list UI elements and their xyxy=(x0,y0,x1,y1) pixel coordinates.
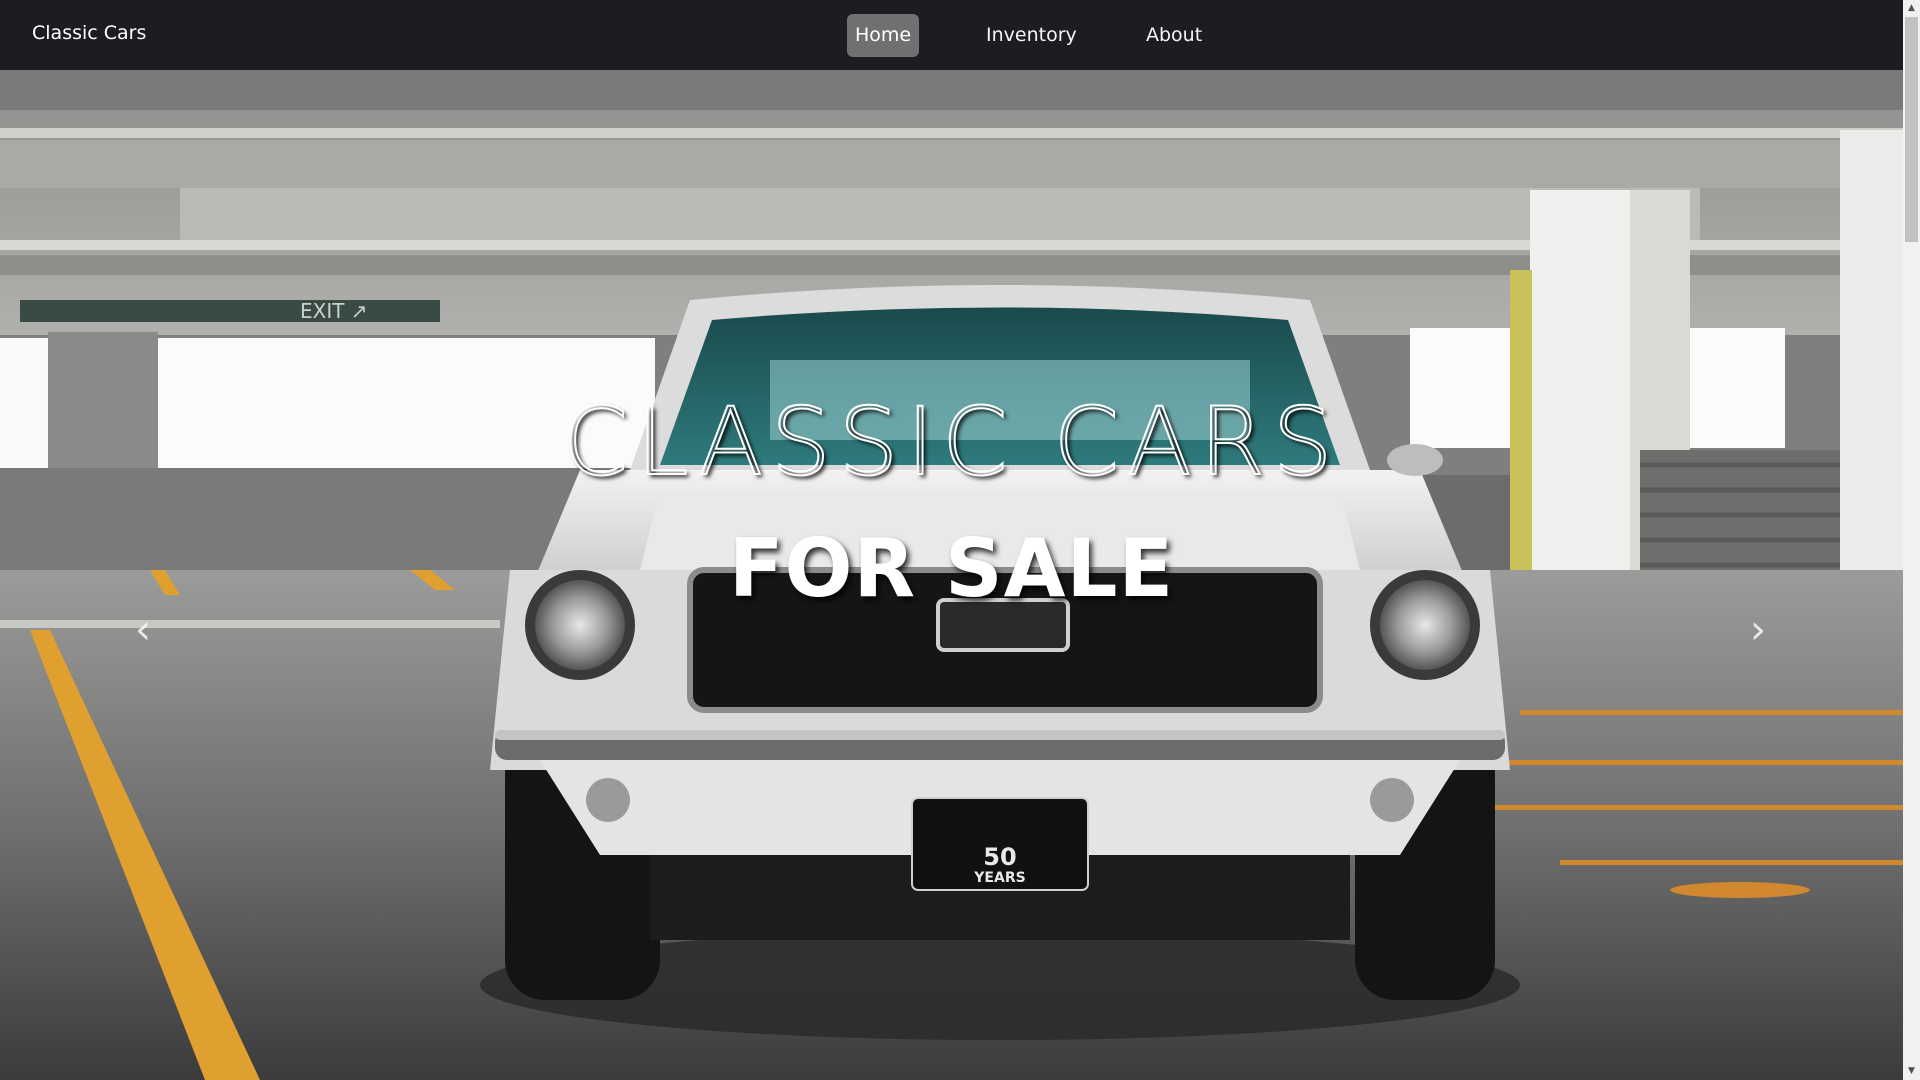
nav-item-about[interactable]: About xyxy=(1138,14,1210,57)
page-viewport: Classic Cars Home Inventory About EXIT ↗… xyxy=(0,0,1903,1080)
nav-item-home[interactable]: Home xyxy=(847,14,920,57)
top-navbar: Classic Cars Home Inventory About xyxy=(0,0,1903,70)
hero-carousel: EXIT ↗ 50 YEARS CLASSIC CARS FOR SALE ‹ … xyxy=(0,70,1903,1080)
carousel-next-button[interactable]: › xyxy=(1728,590,1788,670)
scroll-down-arrow-icon[interactable]: ▼ xyxy=(1903,1063,1920,1080)
scrollbar-thumb[interactable] xyxy=(1905,17,1918,242)
chevron-left-icon: ‹ xyxy=(135,607,151,653)
plate-number-text: 50 xyxy=(983,843,1016,871)
plate-years-text: YEARS xyxy=(973,870,1025,886)
exit-sign-text: EXIT ↗ xyxy=(300,299,368,323)
chevron-right-icon: › xyxy=(1750,607,1766,653)
brand-link[interactable]: Classic Cars xyxy=(32,22,146,44)
page-scrollbar[interactable]: ▲ ▼ xyxy=(1903,0,1920,1080)
scroll-up-arrow-icon[interactable]: ▲ xyxy=(1903,0,1920,17)
nav-item-inventory[interactable]: Inventory xyxy=(978,14,1085,57)
hero-headline-classic-cars: CLASSIC CARS xyxy=(562,387,1341,498)
carousel-prev-button[interactable]: ‹ xyxy=(113,590,173,670)
hero-headline-for-sale: FOR SALE xyxy=(728,522,1175,615)
